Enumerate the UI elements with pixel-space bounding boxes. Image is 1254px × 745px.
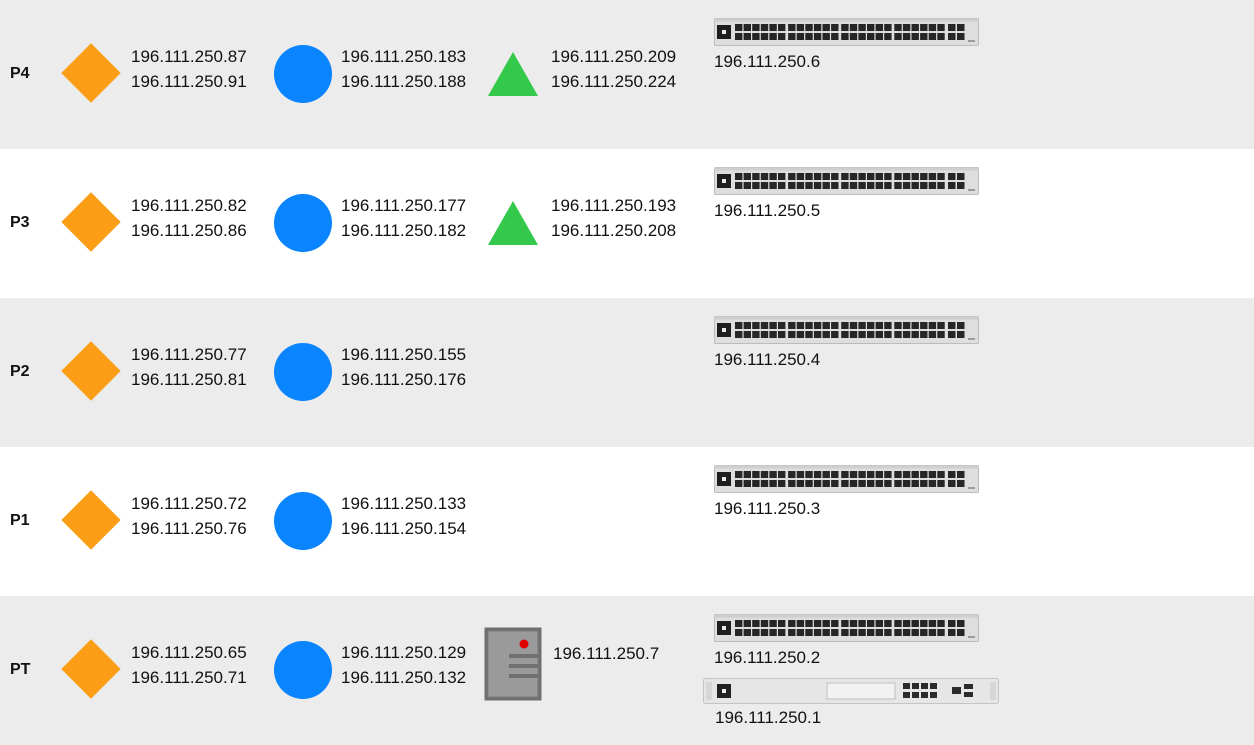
switch-ip: 196.111.250.2	[714, 648, 821, 667]
ip-address: 196.111.250.65	[131, 643, 247, 662]
diamond-icon	[61, 192, 121, 252]
floor-label: P1	[10, 512, 30, 529]
ip-address: 196.111.250.177	[341, 196, 467, 215]
ip-address: 196.111.250.129	[341, 643, 467, 662]
ip-address: 196.111.250.76	[131, 519, 247, 538]
diamond-icon	[61, 341, 121, 401]
diamond-ip-list: 196.111.250.87 196.111.250.91	[131, 44, 247, 94]
switch-ip: 196.111.250.6	[714, 52, 821, 71]
triangle-icon	[488, 201, 538, 245]
floor-row-pt: PT 196.111.250.65 196.111.250.71 196.111…	[0, 596, 1254, 745]
network-switch-icon	[714, 18, 979, 46]
gateway-router-icon	[703, 678, 999, 704]
ip-address: 196.111.250.193	[551, 196, 677, 215]
triangle-ip-list: 196.111.250.193 196.111.250.208	[551, 193, 676, 243]
gateway-ip: 196.111.250.1	[715, 708, 822, 727]
floor-label: PT	[10, 661, 31, 678]
ip-address: 196.111.250.77	[131, 345, 247, 364]
circle-ip-list: 196.111.250.183 196.111.250.188	[341, 44, 466, 94]
floor-label: P3	[10, 214, 30, 231]
floor-row-p3: P3 196.111.250.82 196.111.250.86 196.111…	[0, 149, 1254, 298]
ip-address: 196.111.250.176	[341, 370, 467, 389]
circle-icon	[274, 492, 332, 550]
ip-address: 196.111.250.82	[131, 196, 247, 215]
ip-address: 196.111.250.224	[551, 72, 677, 91]
circle-icon	[274, 343, 332, 401]
ip-address: 196.111.250.87	[131, 47, 247, 66]
circle-ip-list: 196.111.250.155 196.111.250.176	[341, 342, 466, 392]
server-ip: 196.111.250.7	[553, 644, 660, 663]
diamond-icon	[61, 639, 121, 699]
ip-address: 196.111.250.183	[341, 47, 467, 66]
triangle-icon	[488, 52, 538, 96]
ip-address: 196.111.250.132	[341, 668, 467, 687]
ip-address: 196.111.250.86	[131, 221, 247, 240]
circle-ip-list: 196.111.250.133 196.111.250.154	[341, 491, 466, 541]
ip-address: 196.111.250.133	[341, 494, 467, 513]
floor-row-p4: P4 196.111.250.87 196.111.250.91 196.111…	[0, 0, 1254, 149]
floor-row-p1: P1 196.111.250.72 196.111.250.76 196.111…	[0, 447, 1254, 596]
network-switch-icon	[714, 316, 979, 344]
diamond-icon	[61, 490, 121, 550]
floor-label: P4	[10, 65, 30, 82]
ip-address: 196.111.250.154	[341, 519, 467, 538]
diamond-ip-list: 196.111.250.72 196.111.250.76	[131, 491, 247, 541]
circle-ip-list: 196.111.250.129 196.111.250.132	[341, 640, 466, 690]
network-switch-icon	[714, 614, 979, 642]
ip-address: 196.111.250.72	[131, 494, 247, 513]
ip-address: 196.111.250.188	[341, 72, 467, 91]
circle-ip-list: 196.111.250.177 196.111.250.182	[341, 193, 466, 243]
ip-address: 196.111.250.71	[131, 668, 247, 687]
switch-ip: 196.111.250.4	[714, 350, 821, 369]
circle-icon	[274, 641, 332, 699]
diamond-ip-list: 196.111.250.77 196.111.250.81	[131, 342, 247, 392]
diamond-icon	[61, 43, 121, 103]
ip-address: 196.111.250.208	[551, 221, 677, 240]
triangle-ip-list: 196.111.250.209 196.111.250.224	[551, 44, 676, 94]
ip-address: 196.111.250.155	[341, 345, 467, 364]
ip-address: 196.111.250.182	[341, 221, 467, 240]
switch-ip: 196.111.250.3	[714, 499, 821, 518]
floor-label: P2	[10, 363, 30, 380]
ip-address: 196.111.250.91	[131, 72, 247, 91]
server-icon	[484, 627, 542, 701]
diamond-ip-list: 196.111.250.82 196.111.250.86	[131, 193, 247, 243]
switch-ip: 196.111.250.5	[714, 201, 821, 220]
floor-row-p2: P2 196.111.250.77 196.111.250.81 196.111…	[0, 298, 1254, 447]
ip-address: 196.111.250.81	[131, 370, 247, 389]
diamond-ip-list: 196.111.250.65 196.111.250.71	[131, 640, 247, 690]
ip-address: 196.111.250.209	[551, 47, 677, 66]
network-switch-icon	[714, 167, 979, 195]
network-switch-icon	[714, 465, 979, 493]
circle-icon	[274, 194, 332, 252]
circle-icon	[274, 45, 332, 103]
